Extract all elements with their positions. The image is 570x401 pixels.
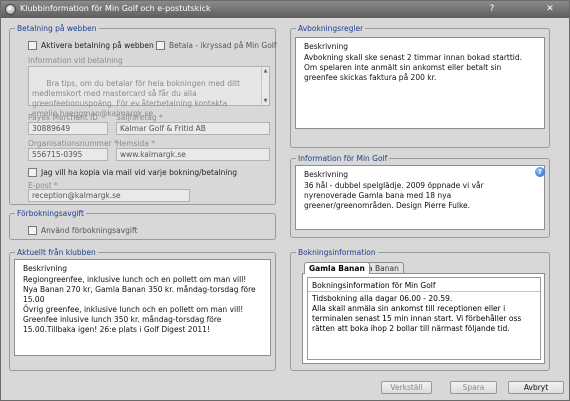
bokningsinfo-panel: Bokningsinformation Gamla Banan Nya Bana… <box>290 248 550 371</box>
info-label: Information vid betalning <box>28 56 123 65</box>
hemsida-label: Hemsida * <box>116 139 156 148</box>
ikryssad-checkbox[interactable] <box>156 41 165 50</box>
ikryssad-label: Betala - ikryssad på Min Golf <box>169 41 277 50</box>
mingolf-beskrivning-heading: Beskrivning <box>304 170 348 179</box>
bokningsinfo-textarea[interactable]: Bokningsinformation för Min Golf Tidsbok… <box>307 277 541 360</box>
forbokning-checkbox[interactable] <box>28 226 37 235</box>
saljforetag-input[interactable]: Kalmar Golf & Fritid AB <box>116 122 270 135</box>
bokningsinfo-title: Bokningsinformation <box>296 248 378 257</box>
bokningsinfo-tab-body: Bokningsinformation för Min Golf Tidsbok… <box>302 273 545 364</box>
aktivera-betalning-checkbox[interactable] <box>28 41 37 50</box>
forbokning-title: Förbokningsavgift <box>15 209 86 218</box>
help-icon[interactable]: ? <box>535 167 545 177</box>
bokningsinfo-divider <box>308 291 540 292</box>
verkstall-button[interactable]: Verkställ <box>381 381 432 394</box>
close-button[interactable]: ✕ <box>543 3 557 16</box>
kopia-label: Jag vill ha kopia via mail vid varje bok… <box>41 168 237 177</box>
mingolf-textarea[interactable]: Beskrivning 36 hål - dubbel spelglädje. … <box>295 165 545 230</box>
dialog-window: Klubbinformation för Min Golf och e-post… <box>0 0 570 401</box>
bokningsinfo-heading: Bokningsinformation för Min Golf <box>312 281 436 290</box>
payex-label: Payex Merchant ID <box>28 113 99 122</box>
aktuellt-panel: Aktuellt från klubben Beskrivning Region… <box>9 248 276 371</box>
tab-gamla-banan[interactable]: Gamla Banan <box>304 262 370 274</box>
spara-button[interactable]: Spara <box>450 381 497 394</box>
avbryt-button[interactable]: Avbryt <box>508 381 564 394</box>
title-bar: Klubbinformation för Min Golf och e-post… <box>1 1 569 18</box>
avbokning-text: Avbokning skall ske senast 2 timmar inna… <box>304 53 525 82</box>
aktuellt-title: Aktuellt från klubben <box>15 248 98 257</box>
saljforetag-label: Säljföretag * <box>116 113 163 122</box>
forbokning-panel: Förbokningsavgift Använd förbokningsavgi… <box>9 209 276 240</box>
info-textarea[interactable]: Bra tips, om du betalar för hela bokning… <box>28 66 270 118</box>
bokningsinfo-text: Tidsbokning alla dagar 06.00 - 20.59. Al… <box>312 294 522 333</box>
avbokning-title: Avbokningsregler <box>296 24 366 33</box>
betalning-panel: Betalning på webben Aktivera betalning p… <box>9 24 277 205</box>
mingolf-panel: Information för Min Golf Beskrivning 36 … <box>290 154 550 238</box>
aktivera-betalning-label: Aktivera betalning på webben <box>41 41 154 50</box>
avbokning-textarea[interactable]: Beskrivning Avbokning skall ske senast 2… <box>295 37 545 129</box>
orgnr-input[interactable]: 556715-0395 <box>28 148 108 161</box>
kopia-checkbox[interactable] <box>28 168 37 177</box>
hemsida-input[interactable]: www.kalmargk.se <box>116 148 270 161</box>
aktuellt-textarea[interactable]: Beskrivning Regiongreenfee, inklusive lu… <box>14 259 271 356</box>
orgnr-label: Organisationsnummer * <box>28 139 118 148</box>
mingolf-text: 36 hål - dubbel spelglädje. 2009 öppnade… <box>304 181 487 210</box>
betalning-title: Betalning på webben <box>15 24 99 33</box>
window-title: Klubbinformation för Min Golf och e-post… <box>20 4 211 13</box>
forbokning-label: Använd förbokningsavgift <box>41 226 138 235</box>
scroll-down-icon[interactable]: ▼ <box>262 97 269 105</box>
scroll-up-icon[interactable]: ▲ <box>262 67 269 75</box>
aktuellt-beskrivning-heading: Beskrivning <box>23 264 67 273</box>
mingolf-title: Information för Min Golf <box>296 154 390 163</box>
info-scrollbar[interactable]: ▲ ▼ <box>261 67 269 105</box>
epost-input[interactable]: reception@kalmargk.se <box>28 189 190 202</box>
avbokning-panel: Avbokningsregler Beskrivning Avbokning s… <box>290 24 550 148</box>
avbokning-beskrivning-heading: Beskrivning <box>304 42 348 51</box>
help-button[interactable]: ? <box>485 3 499 16</box>
golf-ball-icon <box>5 4 16 15</box>
payex-input[interactable]: 30889649 <box>28 122 108 135</box>
aktuellt-text: Regiongreenfee, inklusive lunch och en p… <box>23 275 256 334</box>
